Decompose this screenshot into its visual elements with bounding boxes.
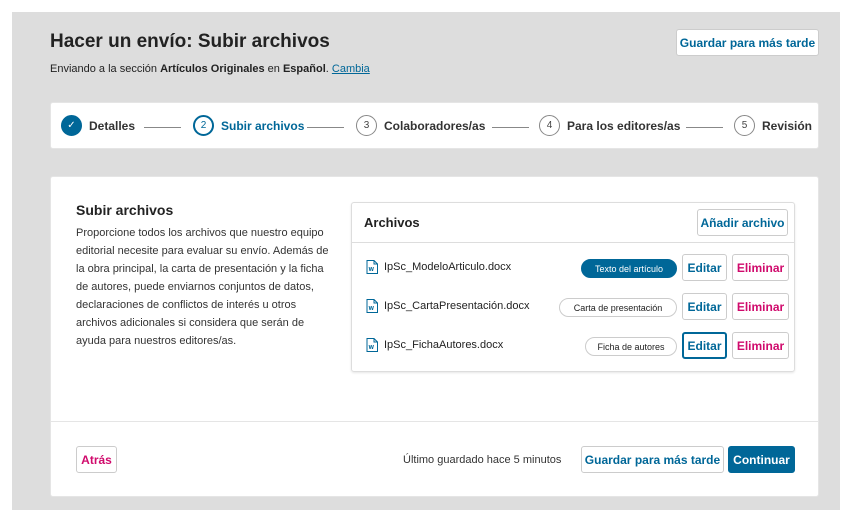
page-title: Hacer un envío: Subir archivos (50, 31, 330, 52)
file-row: W IpSc_ModeloArticulo.docx Texto del art… (352, 249, 794, 287)
step-contributors[interactable]: 3 Colaboradores/as (356, 115, 485, 136)
language-name: Español (282, 63, 326, 75)
back-button[interactable]: Atrás (76, 446, 117, 473)
step-details[interactable]: ✓ Detalles (61, 115, 135, 136)
file-name[interactable]: IpSc_CartaPresentación.docx (384, 300, 530, 312)
upload-section-title: Subir archivos (76, 202, 174, 218)
edit-file-button[interactable]: Editar (682, 254, 727, 281)
card-divider (51, 421, 818, 422)
upload-section-description: Proporcione todos los archivos que nuest… (76, 227, 329, 347)
edit-file-button[interactable]: Editar (682, 332, 727, 359)
checkmark-icon: ✓ (61, 115, 82, 136)
step-number: 5 (734, 115, 755, 136)
submission-context: Enviando a la sección Artículos Original… (50, 63, 370, 75)
step-number: 4 (539, 115, 560, 136)
last-saved-status: Último guardado hace 5 minutos (403, 454, 562, 466)
continue-button[interactable]: Continuar (728, 446, 795, 473)
delete-file-button[interactable]: Eliminar (732, 254, 789, 281)
delete-file-button[interactable]: Eliminar (732, 293, 789, 320)
save-for-later-button[interactable]: Guardar para más tarde (581, 446, 724, 473)
upload-files-card: Subir archivos Proporcione todos los arc… (50, 176, 819, 497)
step-for-editors[interactable]: 4 Para los editores/as (539, 115, 680, 136)
files-panel-title: Archivos (364, 215, 420, 230)
add-file-button[interactable]: Añadir archivo (697, 209, 788, 236)
step-number: 3 (356, 115, 377, 136)
save-for-later-top-button[interactable]: Guardar para más tarde (676, 29, 819, 56)
edit-file-button[interactable]: Editar (682, 293, 727, 320)
step-label: Colaboradores/as (384, 118, 486, 133)
word-document-icon: W (366, 260, 378, 274)
svg-text:W: W (369, 306, 375, 312)
file-genre-badge: Carta de presentación (559, 298, 677, 317)
svg-text:W: W (369, 267, 375, 273)
file-genre-badge: Ficha de autores (585, 337, 677, 356)
step-label: Detalles (89, 118, 136, 133)
files-panel-header: Archivos Añadir archivo (352, 203, 794, 243)
step-number: 2 (193, 115, 214, 136)
section-name: Artículos Originales (160, 63, 265, 75)
file-row: W IpSc_CartaPresentación.docx Carta de p… (352, 288, 794, 326)
step-review[interactable]: 5 Revisión (734, 115, 812, 136)
files-panel: Archivos Añadir archivo W IpSc_ModeloArt… (351, 202, 795, 372)
subtitle-prefix: Enviando a la sección (50, 63, 161, 75)
file-row: W IpSc_FichaAutores.docx Ficha de autore… (352, 327, 794, 365)
subtitle-mid: en (264, 63, 283, 75)
step-connector (144, 127, 181, 128)
submission-steps: ✓ Detalles 2 Subir archivos 3 Colaborado… (50, 102, 819, 149)
word-document-icon: W (366, 299, 378, 313)
step-upload-files[interactable]: 2 Subir archivos (193, 115, 304, 136)
file-name[interactable]: IpSc_ModeloArticulo.docx (384, 261, 511, 273)
file-genre-badge: Texto del artículo (581, 259, 677, 278)
step-label: Para los editores/as (567, 118, 681, 133)
delete-file-button[interactable]: Eliminar (732, 332, 789, 359)
step-connector (307, 127, 344, 128)
change-section-link[interactable]: Cambia (332, 63, 370, 75)
step-connector (686, 127, 723, 128)
step-label: Revisión (762, 118, 813, 133)
svg-text:W: W (369, 345, 375, 351)
word-document-icon: W (366, 338, 378, 352)
file-name[interactable]: IpSc_FichaAutores.docx (384, 339, 503, 351)
step-connector (492, 127, 529, 128)
step-label: Subir archivos (221, 118, 305, 133)
